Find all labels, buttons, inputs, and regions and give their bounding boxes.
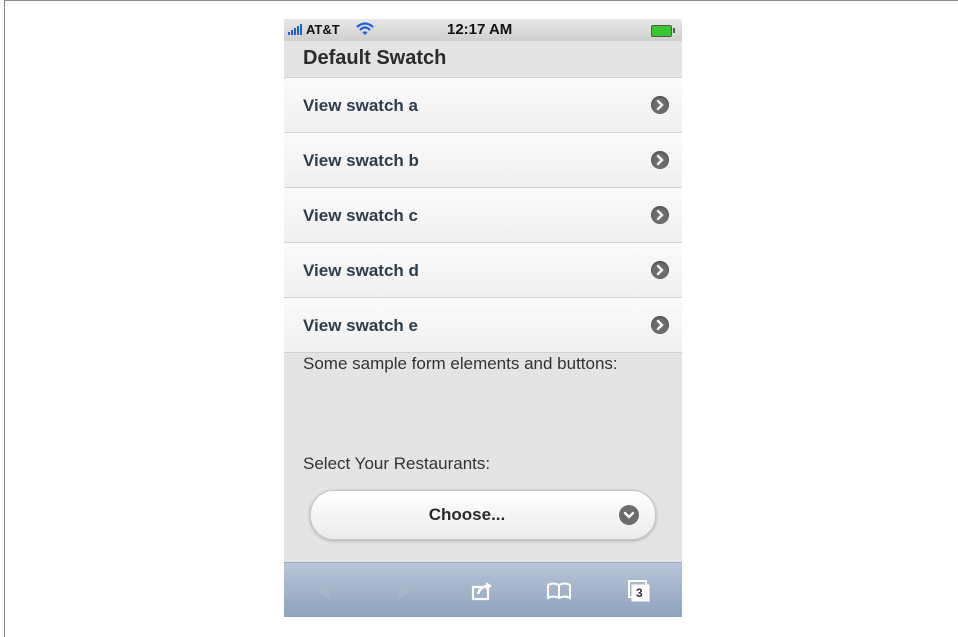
swatch-list: View swatch a View swatch b View swatch … bbox=[284, 78, 682, 353]
list-item-label: View swatch d bbox=[303, 261, 419, 280]
list-item-label: View swatch c bbox=[303, 206, 418, 225]
page-header: Default Swatch bbox=[284, 41, 682, 78]
bookmarks-icon[interactable] bbox=[546, 578, 572, 604]
list-item-swatch-b[interactable]: View swatch b bbox=[284, 133, 682, 188]
browser-toolbar: 3 bbox=[284, 562, 682, 617]
select-value: Choose... bbox=[428, 505, 506, 524]
share-icon[interactable] bbox=[469, 578, 495, 604]
status-bar: AT&T 12:17 AM bbox=[284, 19, 682, 41]
battery-icon bbox=[651, 25, 675, 37]
page-title: Default Swatch bbox=[303, 47, 447, 69]
chevron-right-icon bbox=[651, 151, 669, 169]
frame-border-left bbox=[4, 0, 5, 637]
forward-arrow-icon[interactable] bbox=[390, 578, 416, 604]
list-item-swatch-a[interactable]: View swatch a bbox=[284, 78, 682, 133]
tabs-count: 3 bbox=[636, 586, 643, 600]
list-item-swatch-e[interactable]: View swatch e bbox=[284, 298, 682, 353]
chevron-right-icon bbox=[651, 96, 669, 114]
frame-border-top bbox=[4, 0, 958, 1]
signal-bars-icon bbox=[288, 24, 304, 35]
list-item-label: View swatch b bbox=[303, 151, 419, 170]
restaurant-select[interactable]: Choose... bbox=[310, 490, 656, 540]
form-content: Some sample form elements and buttons: S… bbox=[303, 352, 663, 540]
intro-text: Some sample form elements and buttons: bbox=[303, 354, 618, 373]
chevron-down-icon bbox=[619, 505, 639, 525]
chevron-right-icon bbox=[651, 316, 669, 334]
list-item-swatch-d[interactable]: View swatch d bbox=[284, 243, 682, 298]
back-arrow-icon[interactable] bbox=[311, 578, 337, 604]
carrier-label: AT&T bbox=[306, 22, 340, 37]
list-item-label: View swatch a bbox=[303, 96, 418, 115]
list-item-swatch-c[interactable]: View swatch c bbox=[284, 188, 682, 243]
select-label: Select Your Restaurants: bbox=[303, 454, 491, 473]
clock-time: 12:17 AM bbox=[447, 21, 513, 38]
chevron-right-icon bbox=[651, 261, 669, 279]
wifi-icon bbox=[356, 22, 374, 35]
phone-screen: AT&T 12:17 AM Default Swatch View swatch… bbox=[284, 19, 682, 617]
list-item-label: View swatch e bbox=[303, 316, 418, 335]
chevron-right-icon bbox=[651, 206, 669, 224]
tabs-icon[interactable]: 3 bbox=[626, 578, 652, 604]
